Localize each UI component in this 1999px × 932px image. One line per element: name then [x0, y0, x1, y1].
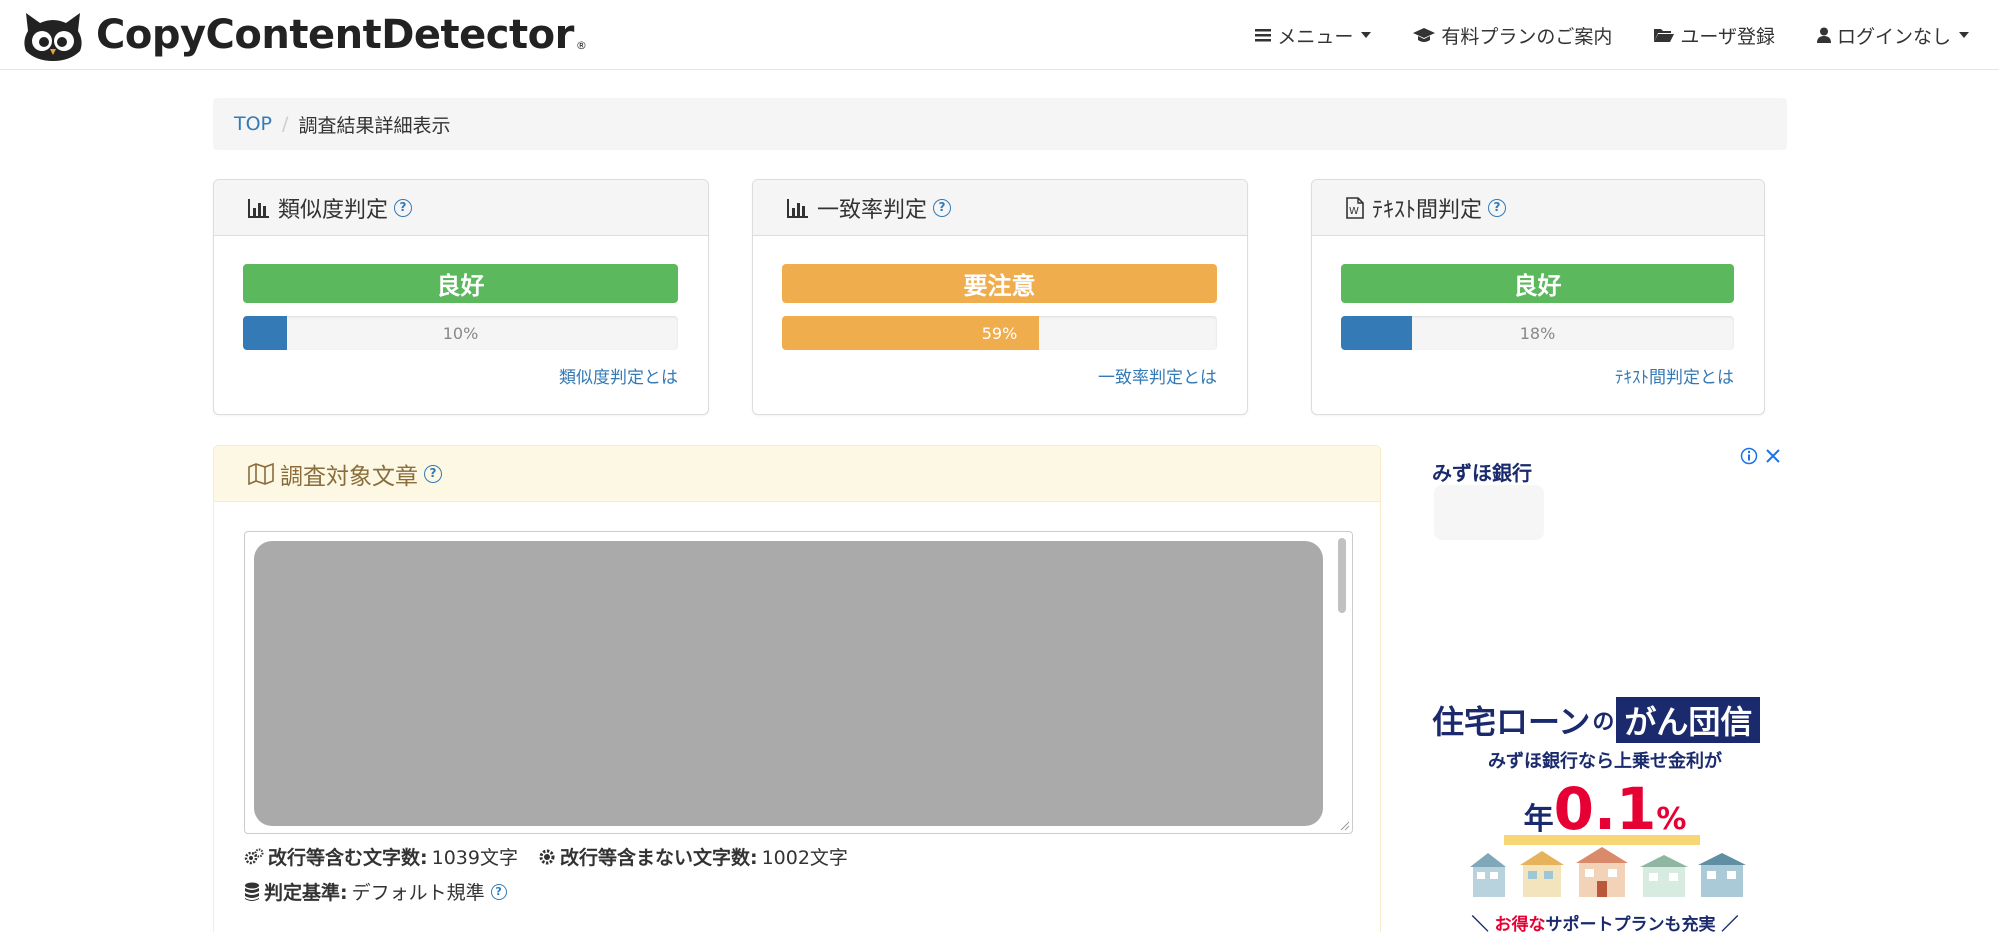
chars-with-breaks-value: 1039文字: [431, 847, 518, 869]
similarity-about-link[interactable]: 類似度判定とは: [243, 363, 678, 388]
ad-foot-red: お得な: [1494, 915, 1546, 932]
bars-icon: [1255, 29, 1272, 42]
nav-paid-plan[interactable]: 有料プランのご案内: [1413, 22, 1612, 49]
map-icon: [248, 462, 274, 485]
ad-footer: ＼ お得なサポートプランも充実 ／: [1420, 910, 1790, 932]
similarity-panel-title: 類似度判定: [278, 197, 389, 223]
svg-text:W: W: [1349, 206, 1359, 217]
bar-chart-icon: [248, 198, 269, 218]
similarity-verdict-badge: 良好: [243, 264, 678, 303]
ad-info-icon[interactable]: [1740, 447, 1758, 465]
breadcrumb-separator: /: [282, 113, 289, 135]
cog-icon: [539, 849, 555, 864]
text-comparison-about-link[interactable]: ﾃｷｽﾄ間判定とは: [1341, 363, 1734, 388]
nav-login-dropdown[interactable]: ログインなし: [1816, 22, 1969, 49]
target-text-area[interactable]: [244, 531, 1353, 834]
brand-name: CopyContentDetector: [96, 12, 574, 58]
breadcrumb-top-link[interactable]: TOP: [234, 113, 272, 135]
chars-without-breaks-label: 改行等含まない文字数:: [559, 847, 758, 869]
advertisement[interactable]: みずほ銀行 住宅ローン の がん団信 みずほ銀行なら上乗せ金利が 年0.1% ＼…: [1420, 445, 1790, 932]
user-icon: [1816, 27, 1831, 43]
match-rate-verdict-badge: 要注意: [782, 264, 1217, 303]
match-rate-about-link[interactable]: 一致率判定とは: [782, 363, 1217, 388]
nav-menu-dropdown[interactable]: メニュー: [1255, 22, 1372, 49]
navbar: CopyContentDetector ® メニュー 有料プランのご案内 ユーザ…: [0, 0, 1999, 70]
similarity-progress-label: 10%: [442, 323, 479, 343]
breadcrumb: TOP / 調査結果詳細表示: [213, 98, 1787, 150]
ad-headline: 住宅ローン の がん団信: [1432, 697, 1761, 743]
text-comparison-progress-label: 18%: [1519, 323, 1556, 343]
ad-bank-name: みずほ銀行: [1432, 461, 1532, 485]
similarity-progress-bar: 10%: [243, 316, 678, 350]
nav-menu-label: メニュー: [1277, 25, 1354, 48]
resize-handle-icon[interactable]: [1340, 821, 1350, 831]
registered-mark: ®: [575, 39, 587, 52]
target-text-help-icon[interactable]: ?: [424, 464, 442, 483]
text-comparison-panel: W ﾃｷｽﾄ間判定 ? 良好 18% ﾃｷｽﾄ間判定とは: [1311, 179, 1765, 415]
breadcrumb-current: 調査結果詳細表示: [298, 114, 451, 137]
criteria-label: 判定基準:: [264, 882, 348, 904]
chars-with-breaks-label: 改行等含む文字数:: [268, 847, 428, 869]
nav-paid-plan-label: 有料プランのご案内: [1441, 25, 1613, 48]
criteria-value: デフォルト規準: [351, 882, 485, 904]
word-file-icon: W: [1346, 196, 1364, 219]
text-comparison-progress-bar: 18%: [1341, 316, 1734, 350]
match-rate-progress-label: 59%: [981, 323, 1018, 343]
textarea-scrollbar[interactable]: [1336, 536, 1348, 829]
nav-register[interactable]: ユーザ登録: [1654, 22, 1775, 49]
caret-down-icon: [1959, 32, 1969, 38]
criteria-help-icon[interactable]: ?: [490, 883, 507, 900]
text-comparison-verdict-badge: 良好: [1341, 264, 1734, 303]
target-text-title: 調査対象文章: [280, 463, 418, 490]
ad-blurred-logo: [1434, 485, 1544, 540]
text-comparison-panel-title: ﾃｷｽﾄ間判定: [1372, 197, 1483, 223]
match-rate-panel-heading: 一致率判定 ?: [753, 180, 1247, 236]
nav-login-label: ログインなし: [1836, 25, 1951, 48]
target-text-panel: 調査対象文章 ? 改行等含む文字数: 1039文字 改行等含まない文字数: 10…: [213, 445, 1381, 932]
folder-open-icon: [1654, 29, 1675, 42]
redacted-text-block: [254, 541, 1323, 826]
brand-logo[interactable]: CopyContentDetector ®: [20, 8, 587, 62]
similarity-panel-heading: 類似度判定 ?: [214, 180, 708, 236]
match-rate-panel-title: 一致率判定: [817, 197, 928, 223]
similarity-help-icon[interactable]: ?: [394, 198, 413, 217]
similarity-panel: 類似度判定 ? 良好 10% 類似度判定とは: [213, 179, 709, 415]
owl-logo-icon: [24, 13, 82, 61]
database-icon: [245, 882, 259, 901]
ad-subheadline: みずほ銀行なら上乗せ金利が: [1488, 751, 1722, 772]
caret-down-icon: [1361, 32, 1372, 38]
cogs-icon: [244, 848, 264, 864]
target-text-heading: 調査対象文章 ?: [214, 446, 1380, 502]
ad-rate-year: 年: [1523, 802, 1554, 837]
text-comparison-help-icon[interactable]: ?: [1488, 198, 1507, 217]
ad-headline-no: の: [1592, 710, 1615, 735]
ad-close-icon[interactable]: [1764, 447, 1782, 465]
ad-rate-number: 0.1: [1553, 775, 1657, 843]
nav-links: メニュー 有料プランのご案内 ユーザ登録 ログインなし: [1213, 0, 1969, 70]
char-count-row: 改行等含む文字数: 1039文字 改行等含まない文字数: 1002文字: [244, 843, 848, 870]
ad-foot-a: ＼: [1471, 915, 1495, 932]
graduation-cap-icon: [1413, 28, 1436, 42]
match-rate-panel: 一致率判定 ? 要注意 59% 一致率判定とは: [752, 179, 1248, 415]
match-rate-progress-bar: 59%: [782, 316, 1217, 350]
ad-foot-b: サポートプランも充実 ／: [1545, 915, 1739, 932]
criteria-row: 判定基準: デフォルト規準 ?: [244, 878, 507, 905]
scrollbar-thumb[interactable]: [1338, 538, 1346, 613]
text-comparison-panel-heading: W ﾃｷｽﾄ間判定 ?: [1312, 180, 1764, 236]
bar-chart-icon: [787, 198, 808, 218]
ad-controls: [1740, 447, 1782, 465]
nav-register-label: ユーザ登録: [1680, 25, 1775, 48]
match-rate-help-icon[interactable]: ?: [933, 198, 952, 217]
ad-rate-percent: %: [1656, 802, 1687, 837]
ad-rate: 年0.1%: [1420, 775, 1790, 843]
chars-without-breaks-value: 1002文字: [761, 847, 848, 869]
ad-headline-a: 住宅ローン: [1432, 703, 1591, 741]
ad-headline-b: がん団信: [1616, 697, 1761, 743]
houses-illustration: [1470, 847, 1746, 897]
